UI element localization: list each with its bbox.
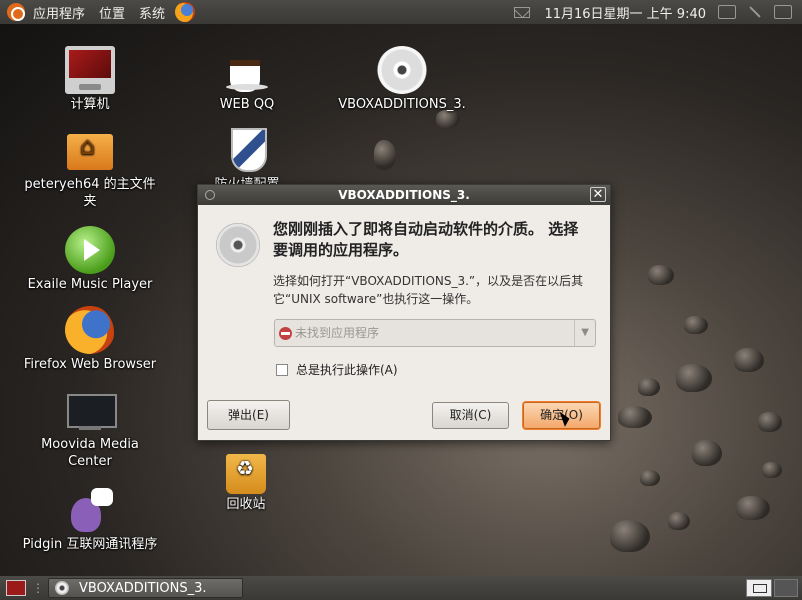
checkbox-box[interactable] (276, 363, 288, 376)
firewall-desktop-icon[interactable]: 防火墙配置 (177, 126, 317, 193)
menu-applications[interactable]: 应用程序 (33, 3, 85, 22)
wallpaper-rock (640, 470, 660, 486)
shield-icon (222, 126, 272, 174)
no-entry-icon (279, 327, 292, 340)
wallpaper-rock (692, 440, 722, 466)
cd-icon (377, 46, 427, 94)
combo-value: 未找到应用程序 (295, 326, 380, 340)
system-tray: 11月16日星期一 上午 9:40 (514, 0, 802, 24)
workspace-1[interactable] (746, 579, 772, 597)
wallpaper-rock (668, 512, 690, 530)
checkbox-label: 总是执行此操作(A) (296, 363, 398, 377)
pidgin-icon (65, 486, 115, 534)
dialog-title: VBOXADDITIONS_3. (338, 188, 470, 202)
exaile-icon (65, 226, 115, 274)
show-desktop-button[interactable] (6, 580, 26, 596)
cd-icon (216, 223, 260, 267)
wallpaper-rock (374, 140, 396, 170)
desktop-icon-label: 回收站 (226, 497, 266, 512)
coffee-cup-icon (222, 46, 272, 94)
wallpaper-rock (676, 364, 712, 392)
exaile-desktop-icon[interactable]: Exaile Music Player (20, 226, 160, 293)
computer-desktop-icon[interactable]: 计算机 (20, 46, 160, 113)
dialog-heading: 您刚刚插入了即将自动启动软件的介质。 选择要调用的应用程序。 (273, 220, 579, 259)
menu-places[interactable]: 位置 (99, 3, 125, 22)
wallpaper-rock (610, 520, 650, 552)
dialog-description: 选择如何打开“VBOXADDITIONS_3.”，以及是否在以后其它“UNIX … (273, 274, 584, 306)
pidgin-desktop-icon[interactable]: Pidgin 互联网通讯程序 (20, 486, 160, 553)
home-folder-icon (65, 126, 115, 174)
eject-button[interactable]: 弹出(E) (207, 400, 290, 430)
firefox-desktop-icon[interactable]: Firefox Web Browser (20, 306, 160, 373)
chevron-down-icon[interactable]: ▼ (574, 320, 589, 346)
firefox-icon (65, 306, 115, 354)
moovida-desktop-icon[interactable]: Moovida Media Center (20, 386, 160, 470)
wallpaper-rock (736, 496, 770, 520)
cd-icon (55, 581, 69, 595)
bottom-panel: ⋮ VBOXADDITIONS_3. (0, 576, 802, 600)
printer-icon[interactable] (774, 5, 792, 19)
desktop-icon-label: peteryeh64 的主文件夹 (24, 177, 156, 209)
autorun-dialog: VBOXADDITIONS_3. ✕ 您刚刚插入了即将自动启动软件的介质。 选择… (197, 184, 611, 441)
application-combo[interactable]: 未找到应用程序 ▼ (274, 319, 596, 347)
cancel-button[interactable]: 取消(C) (432, 402, 509, 429)
moovida-icon (65, 386, 117, 434)
webqq-desktop-icon[interactable]: WEB QQ (177, 46, 317, 113)
ubuntu-logo-icon[interactable] (7, 3, 25, 21)
workspace-2[interactable] (774, 579, 798, 597)
wallpaper-rock (734, 348, 764, 372)
clock[interactable]: 11月16日星期一 上午 9:40 (544, 3, 706, 22)
panel-handle[interactable]: ⋮ (32, 581, 44, 595)
mail-icon[interactable] (514, 6, 531, 18)
top-panel: 应用程序 位置 系统 11月16日星期一 上午 9:40 (0, 0, 802, 24)
wallpaper-rock (618, 406, 652, 428)
dialog-titlebar[interactable]: VBOXADDITIONS_3. ✕ (198, 185, 610, 205)
desktop-icon-label: 计算机 (70, 97, 110, 112)
trash-desktop-icon[interactable]: 回收站 (176, 448, 316, 513)
wallpaper-rock (762, 462, 782, 478)
desktop-icon-label: VBOXADDITIONS_3. (338, 97, 466, 112)
close-button[interactable]: ✕ (590, 187, 606, 202)
wallpaper-rock (758, 412, 782, 432)
taskbar-item[interactable]: VBOXADDITIONS_3. (48, 578, 243, 598)
wallpaper-rock (638, 378, 660, 396)
computer-icon (65, 46, 115, 94)
network-icon[interactable] (749, 6, 761, 18)
wallpaper-rock (684, 316, 708, 334)
firefox-launcher-icon[interactable] (175, 2, 196, 22)
desktop-icon-label: Pidgin 互联网通讯程序 (22, 537, 158, 552)
desktop-icon-label: Exaile Music Player (27, 277, 153, 292)
home-folder-desktop-icon[interactable]: peteryeh64 的主文件夹 (20, 126, 160, 210)
display-icon[interactable] (718, 5, 736, 19)
menu-system[interactable]: 系统 (139, 3, 165, 22)
desktop-icon-label: WEB QQ (219, 97, 275, 112)
vboxadditions-desktop-icon[interactable]: VBOXADDITIONS_3. (332, 46, 472, 113)
wallpaper-rock (648, 265, 674, 285)
desktop-icon-label: Firefox Web Browser (23, 357, 157, 372)
desktop-icon-label: Moovida Media Center (41, 437, 139, 469)
trash-icon (226, 454, 266, 494)
taskbar-item-label: VBOXADDITIONS_3. (79, 580, 207, 596)
window-menu-icon[interactable] (205, 190, 215, 200)
always-do-this-checkbox[interactable]: 总是执行此操作(A) (276, 361, 398, 378)
